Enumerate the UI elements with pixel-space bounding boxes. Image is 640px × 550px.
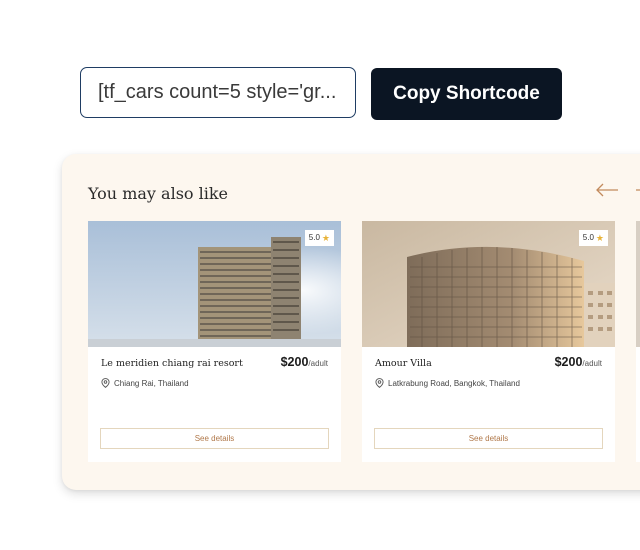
price-unit: /adult (308, 359, 328, 368)
location-pin-icon (101, 378, 110, 388)
rating-badge: 5.0 ★ (304, 230, 334, 246)
left-arrow-icon[interactable] (594, 180, 620, 200)
section-title: You may also like (88, 184, 229, 203)
listing-price: $200/adult (555, 355, 602, 369)
listing-photo[interactable]: 5.0 ★ (362, 221, 615, 347)
listing-name[interactable]: Amour Villa (375, 358, 432, 369)
star-icon: ★ (595, 233, 604, 243)
see-details-button[interactable]: See details (374, 428, 603, 449)
listing-card-partial[interactable] (636, 221, 640, 462)
location-text: Latkrabung Road, Bangkok, Thailand (388, 378, 520, 388)
listing-price: $200/adult (281, 355, 328, 369)
listing-photo[interactable]: 5.0 ★ (88, 221, 341, 347)
price-unit: /adult (582, 359, 602, 368)
listing-location: Latkrabung Road, Bangkok, Thailand (375, 378, 520, 388)
listing-card[interactable]: 5.0 ★ Le meridien chiang rai resort $200… (88, 221, 341, 462)
location-pin-icon (375, 378, 384, 388)
see-details-button[interactable]: See details (100, 428, 329, 449)
location-text: Chiang Rai, Thailand (114, 378, 189, 388)
listing-name[interactable]: Le meridien chiang rai resort (101, 358, 243, 369)
rating-value: 5.0 (582, 233, 594, 242)
listing-card[interactable]: 5.0 ★ Amour Villa $200/adult Latkrabung … (362, 221, 615, 462)
shortcode-input[interactable]: [tf_cars count=5 style='gr... (80, 67, 356, 118)
listing-photo (636, 221, 640, 347)
price-amount: $200 (554, 355, 583, 369)
rating-value: 5.0 (308, 233, 320, 242)
rating-badge: 5.0 ★ (578, 230, 608, 246)
star-icon: ★ (321, 233, 330, 243)
price-amount: $200 (280, 355, 309, 369)
right-arrow-icon[interactable] (634, 180, 640, 200)
copy-shortcode-button[interactable]: Copy Shortcode (371, 68, 562, 120)
listing-location: Chiang Rai, Thailand (101, 378, 189, 388)
related-listings-panel: You may also like 5.0 ★ Le meridien chia… (62, 154, 640, 490)
